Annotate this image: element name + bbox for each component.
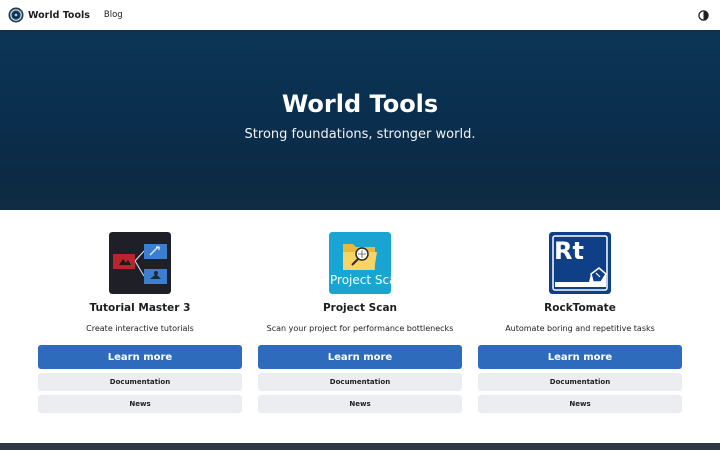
feature-tutorial-master: Tutorial Master 3 Create interactive tut… xyxy=(38,232,242,413)
contrast-icon[interactable] xyxy=(696,8,710,22)
navbar: World Tools Blog xyxy=(0,0,720,30)
news-button[interactable]: News xyxy=(38,395,242,413)
footer xyxy=(0,443,720,450)
feature-project-scan: Project Sca Project Scan Scan your proje… xyxy=(258,232,462,413)
documentation-button[interactable]: Documentation xyxy=(258,373,462,391)
tutorial-master-icon xyxy=(109,232,171,294)
rocktomate-icon: Rt xyxy=(549,232,611,294)
hero-banner: World Tools Strong foundations, stronger… xyxy=(0,30,720,210)
project-scan-icon-text: Project Sca xyxy=(330,273,391,287)
feature-description: Scan your project for performance bottle… xyxy=(266,324,454,333)
hero-tagline: Strong foundations, stronger world. xyxy=(244,127,476,142)
nav-link-blog[interactable]: Blog xyxy=(104,10,123,20)
rocktomate-icon-text: Rt xyxy=(554,237,584,265)
brand-name: World Tools xyxy=(28,9,90,21)
feature-description: Create interactive tutorials xyxy=(86,324,194,333)
learn-more-button[interactable]: Learn more xyxy=(478,345,682,369)
brand-link[interactable]: World Tools xyxy=(8,7,90,23)
feature-title: Tutorial Master 3 xyxy=(89,302,191,314)
world-tools-logo-icon xyxy=(8,7,24,23)
project-scan-icon: Project Sca xyxy=(329,232,391,294)
documentation-button[interactable]: Documentation xyxy=(478,373,682,391)
features-section: Tutorial Master 3 Create interactive tut… xyxy=(0,232,720,413)
documentation-button[interactable]: Documentation xyxy=(38,373,242,391)
learn-more-button[interactable]: Learn more xyxy=(258,345,462,369)
hero-title: World Tools xyxy=(281,90,439,118)
feature-rocktomate: Rt RockTomate Automate boring and repeti… xyxy=(478,232,682,413)
news-button[interactable]: News xyxy=(258,395,462,413)
feature-description: Automate boring and repetitive tasks xyxy=(505,324,655,333)
feature-title: RockTomate xyxy=(544,302,616,314)
learn-more-button[interactable]: Learn more xyxy=(38,345,242,369)
news-button[interactable]: News xyxy=(478,395,682,413)
feature-title: Project Scan xyxy=(322,302,398,314)
